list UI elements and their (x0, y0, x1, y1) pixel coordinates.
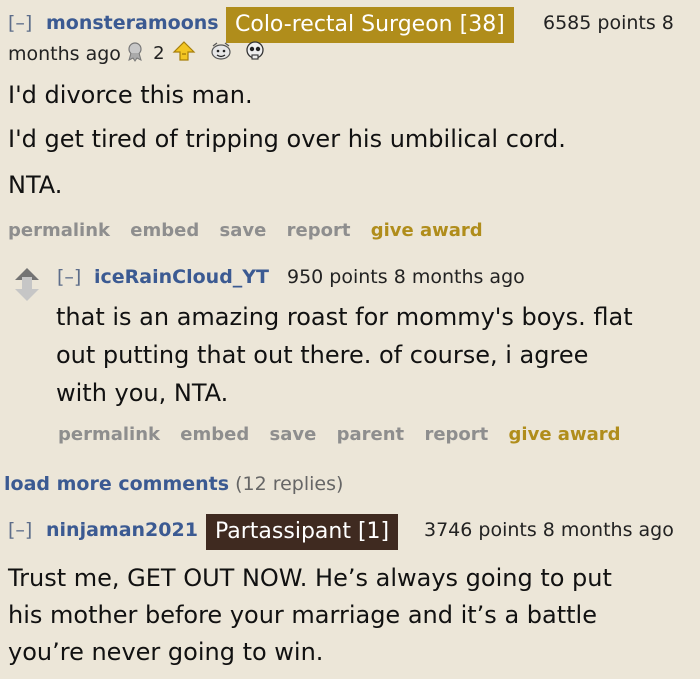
age-continued: months ago (8, 43, 121, 65)
collapse-toggle[interactable]: [–] (8, 519, 32, 541)
award-face-icon[interactable] (209, 40, 233, 66)
report-link[interactable]: report (424, 424, 488, 445)
comment-body-line: Trust me, GET OUT NOW. He’s always going… (8, 564, 612, 592)
comment-body-line: with you, NTA. (56, 379, 229, 407)
parent-link[interactable]: parent (337, 424, 405, 445)
load-more-comments-link[interactable]: load more comments (4, 473, 229, 495)
give-award-link[interactable]: give award (371, 220, 483, 241)
username-link[interactable]: iceRainCloud_YT (94, 266, 269, 288)
permalink-link[interactable]: permalink (8, 220, 110, 241)
awards-row: 2 (124, 40, 266, 68)
score-and-age: 950 points 8 months ago (287, 266, 525, 288)
score-and-age: 6585 points 8 (543, 12, 674, 34)
report-link[interactable]: report (287, 220, 351, 241)
downvote-arrow-icon[interactable] (14, 276, 40, 306)
comment-body-line: I'd get tired of tripping over his umbil… (8, 125, 566, 153)
award-count: 2 (153, 42, 165, 64)
comment-body-line: I'd divorce this man. (8, 81, 253, 109)
load-more-row: load more comments (12 replies) (4, 473, 343, 495)
username-link[interactable]: ninjaman2021 (46, 519, 198, 541)
embed-link[interactable]: embed (130, 220, 199, 241)
award-medal-icon[interactable] (124, 40, 146, 66)
collapse-toggle[interactable]: [–] (8, 12, 32, 34)
comment-body-line: his mother before your marriage and it’s… (8, 601, 597, 629)
collapse-toggle[interactable]: [–] (57, 266, 81, 288)
comment-body-line: you’re never going to win. (8, 638, 324, 666)
score-and-age: 3746 points 8 months ago (424, 519, 674, 541)
comment-body-line: out putting that out there. of course, i… (56, 341, 589, 369)
load-more-count: (12 replies) (235, 473, 344, 495)
embed-link[interactable]: embed (180, 424, 249, 445)
user-flair: Colo-rectal Surgeon [38] (226, 7, 514, 43)
give-award-link[interactable]: give award (509, 424, 621, 445)
comment-body-line: that is an amazing roast for mommy's boy… (56, 303, 633, 331)
award-skull-icon[interactable] (244, 40, 266, 66)
save-link[interactable]: save (220, 220, 267, 241)
username-link[interactable]: monsteramoons (46, 12, 219, 34)
permalink-link[interactable]: permalink (58, 424, 160, 445)
award-rocket-icon[interactable] (172, 40, 196, 66)
comment-actions: permalink embed save parent report give … (58, 424, 635, 445)
save-link[interactable]: save (270, 424, 317, 445)
comment-actions: permalink embed save report give award (8, 220, 497, 241)
comment-body-line: NTA. (8, 171, 63, 199)
user-flair: Partassipant [1] (206, 514, 399, 550)
